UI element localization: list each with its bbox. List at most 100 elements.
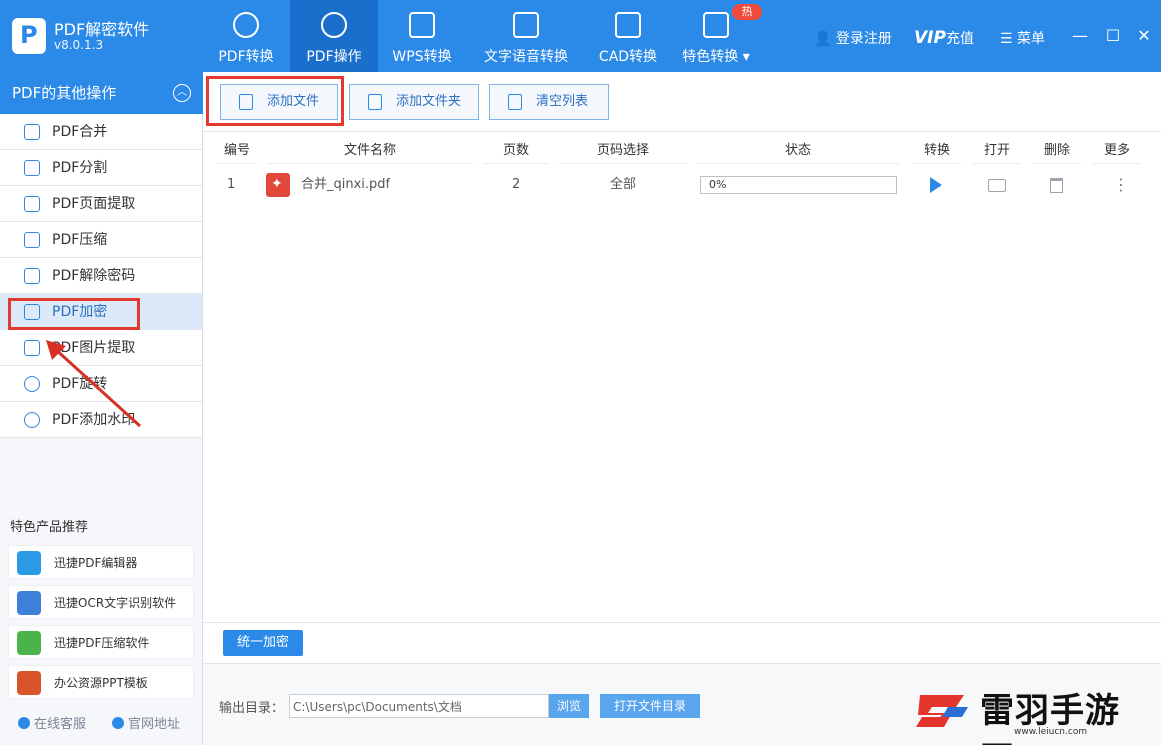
col-filename: 文件名称 (267, 138, 473, 164)
user-icon: 👤 (814, 31, 832, 47)
row-index: 1 (227, 177, 236, 192)
add-folder-button[interactable]: 添加文件夹 (349, 84, 479, 120)
table-header: 编号 文件名称 页数 页码选择 状态 转换 打开 删除 更多 (203, 138, 1161, 164)
col-status: 状态 (697, 138, 899, 164)
open-directory-button[interactable]: 打开文件目录 (600, 694, 700, 718)
ocr-icon (17, 591, 41, 615)
tab-wps-convert[interactable]: WPS转换 (384, 0, 460, 72)
ppt-icon (17, 671, 41, 695)
tab-pdf-operations[interactable]: PDF操作 (290, 0, 378, 72)
output-path-input[interactable] (289, 694, 549, 718)
sidebar-item-label: PDF页面提取 (52, 196, 136, 212)
col-more: 更多 (1093, 138, 1141, 164)
featured-label: 迅捷OCR文字识别软件 (54, 596, 177, 610)
folder-open-icon[interactable] (988, 179, 1006, 192)
headset-icon (18, 717, 30, 729)
play-icon[interactable] (930, 177, 942, 193)
row-page-select[interactable]: 全部 (610, 170, 636, 200)
row-pages: 2 (512, 177, 521, 192)
row-progress-bar: 0% (700, 176, 897, 194)
sidebar-item-label: PDF解除密码 (52, 268, 136, 284)
tab-label: WPS转换 (392, 49, 452, 65)
red-arrow-annotation (46, 340, 142, 428)
featured-ppt[interactable]: 办公资源PPT模板 (8, 665, 194, 699)
tab-cad-convert[interactable]: CAD转换 (592, 0, 664, 72)
sidebar: PDF的其他操作 ︿ PDF合并 PDF分割 PDF页面提取 PDF压缩 PDF… (0, 72, 203, 745)
add-circle-icon (24, 412, 40, 428)
featured-title: 特色产品推荐 (10, 520, 89, 535)
clear-list-label: 清空列表 (536, 94, 589, 109)
close-button[interactable]: ✕ (1134, 26, 1154, 46)
compress-icon (24, 232, 40, 248)
wps-icon (409, 12, 435, 38)
vip-label: 充值 (945, 31, 974, 47)
split-icon (24, 160, 40, 176)
menu-button[interactable]: ☰ 菜单 (1000, 28, 1045, 48)
cad-icon (615, 12, 641, 38)
col-page-select: 页码选择 (559, 138, 687, 164)
title-bar: PDF解密软件 v8.0.1.3 PDF转换 PDF操作 WPS转换 文字语音转… (0, 0, 1161, 72)
login-label: 登录注册 (835, 31, 892, 47)
col-index: 编号 (217, 138, 257, 164)
sidebar-item-merge[interactable]: PDF合并 (0, 114, 202, 150)
vip-button[interactable]: VIP充值 (914, 28, 974, 48)
login-button[interactable]: 👤 登录注册 (814, 28, 892, 48)
sidebar-item-label: PDF合并 (52, 124, 108, 140)
site-watermark: 雷羽手游网 www.leiucn.com (912, 683, 1152, 745)
merge-icon (24, 124, 40, 140)
minimize-button[interactable]: — (1070, 26, 1090, 46)
watermark-url: www.leiucn.com (1014, 727, 1088, 737)
gear-icon (321, 12, 347, 38)
clear-list-button[interactable]: 清空列表 (489, 84, 609, 120)
app-version: v8.0.1.3 (54, 38, 104, 52)
app-logo-icon (12, 18, 46, 54)
sidebar-item-compress[interactable]: PDF压缩 (0, 222, 202, 258)
tab-label: PDF转换 (218, 49, 274, 65)
featured-label: 办公资源PPT模板 (54, 676, 148, 690)
pdf-file-icon (266, 169, 290, 199)
sidebar-header[interactable]: PDF的其他操作 ︿ (0, 72, 203, 114)
featured-ocr[interactable]: 迅捷OCR文字识别软件 (8, 585, 194, 619)
page-extract-icon (24, 196, 40, 212)
unify-encrypt-button[interactable]: 统一加密 (223, 630, 303, 656)
hot-badge: 热 (732, 4, 762, 20)
more-vertical-icon[interactable]: ⋮ (1113, 170, 1129, 200)
zip-icon (17, 631, 41, 655)
image-icon (24, 340, 40, 356)
online-service-link[interactable]: 在线客服 (18, 713, 86, 732)
col-pages: 页数 (483, 138, 549, 164)
sidebar-item-page-extract[interactable]: PDF页面提取 (0, 186, 202, 222)
tab-label: 特色转换 ▾ (682, 49, 750, 65)
official-site-link[interactable]: 官网地址 (112, 713, 180, 732)
tab-label: 文字语音转换 (484, 49, 568, 65)
audio-wave-icon (513, 12, 539, 38)
featured-label: 迅捷PDF编辑器 (54, 556, 138, 570)
chevron-up-icon[interactable]: ︿ (173, 84, 191, 102)
menu-label: 菜单 (1017, 31, 1046, 47)
tab-label: CAD转换 (598, 49, 658, 65)
toolbar: 添加文件 添加文件夹 清空列表 (203, 72, 1161, 132)
ie-icon (112, 717, 124, 729)
official-site-label: 官网地址 (128, 717, 181, 732)
divider (203, 622, 1161, 623)
trash-icon[interactable] (1050, 178, 1063, 193)
table-row[interactable]: 1 合并_qinxi.pdf 2 全部 0% ⋮ (203, 169, 1161, 200)
output-label: 输出目录： (219, 701, 285, 716)
sidebar-item-unlock[interactable]: PDF解除密码 (0, 258, 202, 294)
featured-pdf-editor[interactable]: 迅捷PDF编辑器 (8, 545, 194, 579)
unlock-icon (24, 268, 40, 284)
tab-label: PDF操作 (306, 49, 362, 65)
trash-icon (508, 94, 522, 110)
hamburger-icon: ☰ (1000, 31, 1013, 47)
col-convert: 转换 (913, 138, 961, 164)
app-name: PDF解密软件 (54, 20, 150, 39)
maximize-button[interactable]: ☐ (1103, 26, 1123, 46)
sidebar-item-split[interactable]: PDF分割 (0, 150, 202, 186)
browse-button[interactable]: 浏览 (549, 694, 589, 718)
tab-pdf-convert[interactable]: PDF转换 (206, 0, 286, 72)
swap-icon (233, 12, 259, 38)
featured-compress[interactable]: 迅捷PDF压缩软件 (8, 625, 194, 659)
tab-text-speech[interactable]: 文字语音转换 (478, 0, 574, 72)
col-delete: 删除 (1033, 138, 1081, 164)
row-filename: 合并_qinxi.pdf (301, 177, 391, 192)
